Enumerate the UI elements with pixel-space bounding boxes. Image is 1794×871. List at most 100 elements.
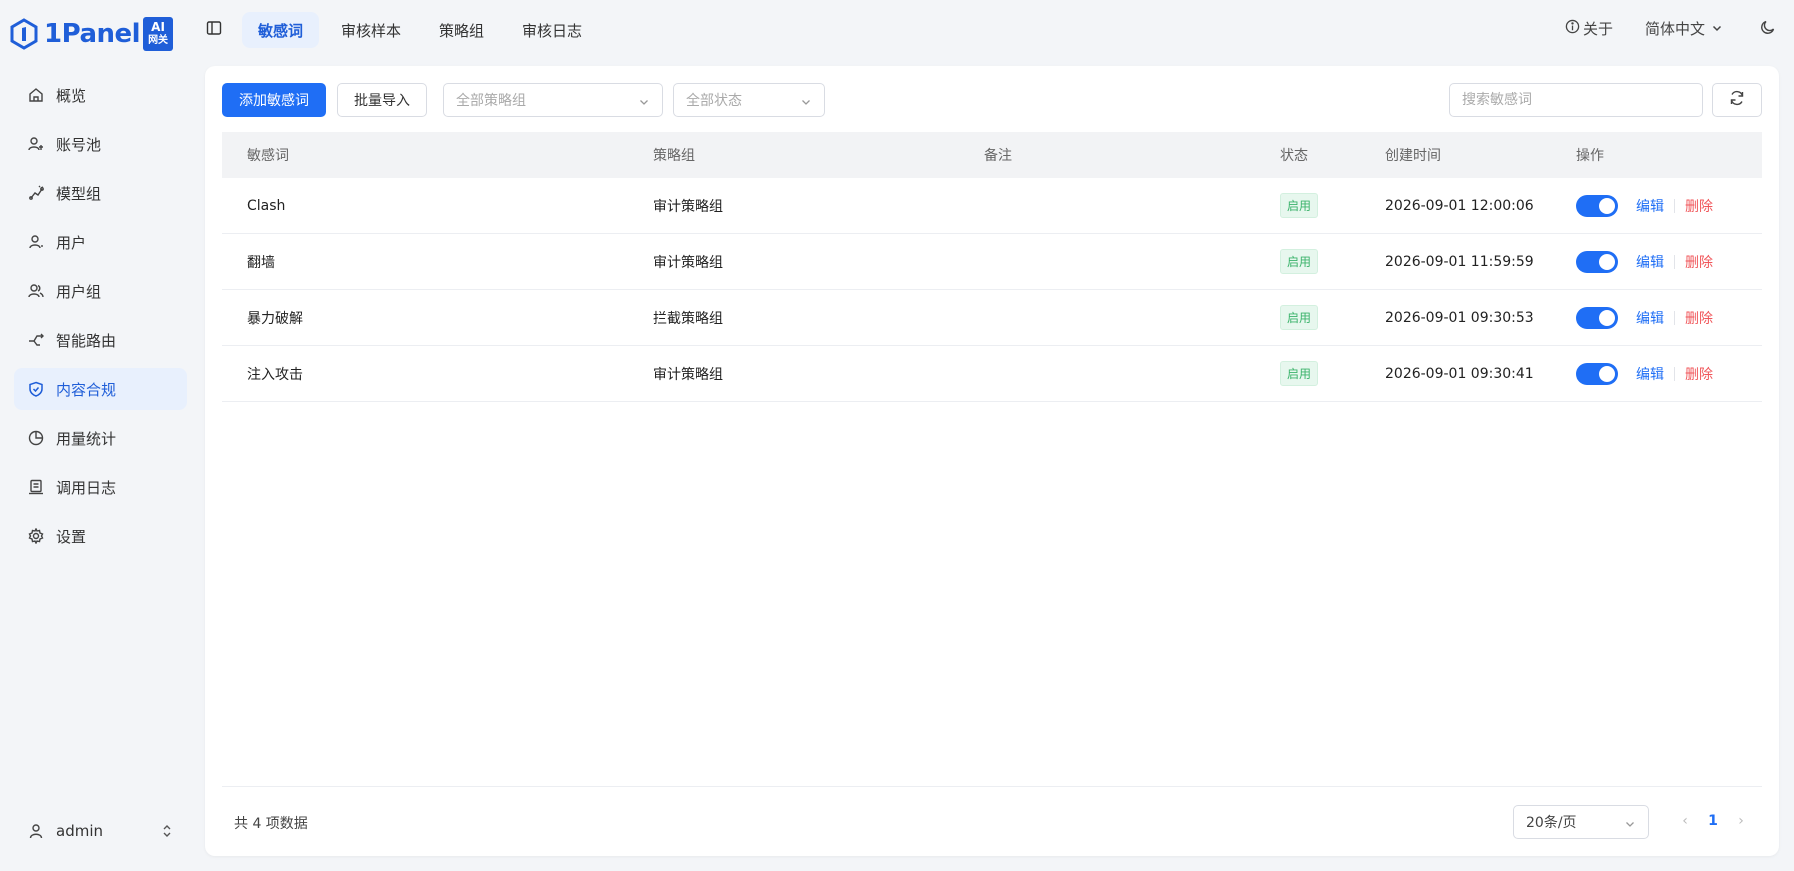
column-header: 状态 bbox=[1280, 148, 1308, 164]
pagination: ‹ 1 › bbox=[1675, 813, 1751, 829]
divider bbox=[1674, 310, 1675, 325]
status-select[interactable]: 全部状态 bbox=[673, 83, 825, 117]
enable-toggle[interactable] bbox=[1576, 194, 1618, 217]
column-header: 创建时间 bbox=[1385, 148, 1441, 164]
edit-link[interactable]: 编辑 bbox=[1636, 364, 1664, 384]
chevron-down-icon bbox=[800, 96, 812, 112]
status-badge: 启用 bbox=[1280, 305, 1319, 330]
cell-word: 暴力破解 bbox=[247, 310, 303, 327]
home-icon bbox=[26, 85, 46, 105]
table-row: 注入攻击 审计策略组 启用 2026-09-01 09:30:41 编辑 删除 bbox=[222, 346, 1762, 402]
policy-group-select-value: 全部策略组 bbox=[456, 93, 526, 109]
cell-policy-group: 审计策略组 bbox=[653, 366, 723, 383]
top-right-actions: 关于 简体中文 bbox=[1533, 18, 1794, 39]
user-group-icon bbox=[26, 281, 46, 301]
account-pool-icon bbox=[26, 134, 46, 154]
chevron-down-icon bbox=[1624, 818, 1636, 834]
status-select-value: 全部状态 bbox=[686, 93, 742, 109]
enable-toggle[interactable] bbox=[1576, 362, 1618, 385]
table-header: 敏感词 策略组 备注 状态 创建时间 操作 bbox=[222, 132, 1762, 178]
sidebar-item-settings[interactable]: 设置 bbox=[14, 515, 187, 557]
sidebar-item-usage-stats[interactable]: 用量统计 bbox=[14, 417, 187, 459]
status-badge: 启用 bbox=[1280, 193, 1319, 218]
sidebar-toggle-icon[interactable] bbox=[206, 20, 224, 38]
sidebar-item-model-group[interactable]: 模型组 bbox=[14, 172, 187, 214]
sidebar-item-label: 用户 bbox=[56, 233, 87, 252]
chevron-down-icon bbox=[638, 96, 650, 112]
sidebar-item-label: 概览 bbox=[56, 86, 87, 105]
username: admin bbox=[56, 822, 103, 840]
add-sensitive-word-button[interactable]: 添加敏感词 bbox=[222, 83, 326, 117]
tab-sensitive-words[interactable]: 敏感词 bbox=[242, 12, 320, 48]
edit-link[interactable]: 编辑 bbox=[1636, 252, 1664, 272]
cell-created-time: 2026-09-01 12:00:06 bbox=[1385, 197, 1534, 214]
sidebar-item-call-logs[interactable]: 调用日志 bbox=[14, 466, 187, 508]
cell-word: Clash bbox=[247, 197, 286, 214]
prev-page-icon[interactable]: ‹ bbox=[1675, 813, 1695, 829]
delete-link[interactable]: 删除 bbox=[1685, 308, 1713, 328]
delete-link[interactable]: 删除 bbox=[1685, 196, 1713, 216]
top-bar: 敏感词 审核样本 策略组 审核日志 关于 简体中文 bbox=[200, 0, 1794, 62]
delete-link[interactable]: 删除 bbox=[1685, 364, 1713, 384]
search-input[interactable] bbox=[1449, 83, 1703, 117]
policy-group-select[interactable]: 全部策略组 bbox=[443, 83, 663, 117]
cell-created-time: 2026-09-01 09:30:41 bbox=[1385, 365, 1534, 382]
brand-name: 1Panel bbox=[44, 19, 141, 49]
sidebar-item-overview[interactable]: 概览 bbox=[14, 74, 187, 116]
sidebar-item-label: 用量统计 bbox=[56, 429, 117, 448]
refresh-icon bbox=[1729, 90, 1745, 110]
refresh-button[interactable] bbox=[1712, 83, 1762, 117]
cell-created-time: 2026-09-01 09:30:53 bbox=[1385, 309, 1534, 326]
user-menu[interactable]: admin bbox=[14, 811, 187, 851]
sidebar: 1Panel AI 网关 概览 账号池 模型组 用户 用户组 智能路由 内容合规… bbox=[0, 0, 200, 871]
enable-toggle[interactable] bbox=[1576, 306, 1618, 329]
sidebar-nav: 概览 账号池 模型组 用户 用户组 智能路由 内容合规 用量统计 调用日志 设置 bbox=[14, 74, 187, 564]
sidebar-item-label: 智能路由 bbox=[56, 331, 117, 350]
content-card: 添加敏感词 批量导入 全部策略组 全部状态 敏感词 策略组 备注 状态 创建时间… bbox=[205, 66, 1779, 856]
about-button[interactable]: 关于 bbox=[1565, 18, 1613, 39]
info-icon bbox=[1565, 19, 1583, 38]
cell-word: 注入攻击 bbox=[247, 366, 303, 383]
tab-audit-samples[interactable]: 审核样本 bbox=[325, 12, 417, 48]
pie-chart-icon bbox=[26, 428, 46, 448]
brand-logo[interactable]: 1Panel AI 网关 bbox=[8, 14, 174, 54]
column-header: 操作 bbox=[1576, 148, 1604, 164]
divider bbox=[1674, 366, 1675, 381]
theme-toggle-moon-icon[interactable] bbox=[1760, 19, 1776, 39]
brand-badge: AI 网关 bbox=[143, 17, 174, 51]
sensitive-words-table: 敏感词 策略组 备注 状态 创建时间 操作 Clash 审计策略组 启用 202… bbox=[222, 132, 1762, 402]
chevron-down-icon bbox=[1711, 20, 1726, 38]
sidebar-item-content-compliance[interactable]: 内容合规 bbox=[14, 368, 187, 410]
divider bbox=[1674, 254, 1675, 269]
sidebar-item-label: 内容合规 bbox=[56, 380, 117, 399]
sidebar-item-smart-routing[interactable]: 智能路由 bbox=[14, 319, 187, 361]
sidebar-item-label: 设置 bbox=[56, 527, 87, 546]
divider bbox=[1674, 198, 1675, 213]
total-count: 共 4 项数据 bbox=[234, 816, 308, 832]
cell-policy-group: 审计策略组 bbox=[653, 254, 723, 271]
tab-policy-groups[interactable]: 策略组 bbox=[423, 12, 500, 48]
avatar-icon bbox=[26, 823, 46, 839]
chevron-up-down-icon bbox=[161, 823, 173, 843]
next-page-icon[interactable]: › bbox=[1731, 813, 1751, 829]
page-number[interactable]: 1 bbox=[1695, 813, 1731, 829]
batch-import-button[interactable]: 批量导入 bbox=[337, 83, 427, 117]
gear-icon bbox=[26, 526, 46, 546]
sidebar-item-label: 用户组 bbox=[56, 282, 102, 301]
about-label: 关于 bbox=[1582, 20, 1613, 38]
table-row: 暴力破解 拦截策略组 启用 2026-09-01 09:30:53 编辑 删除 bbox=[222, 290, 1762, 346]
enable-toggle[interactable] bbox=[1576, 250, 1618, 273]
edit-link[interactable]: 编辑 bbox=[1636, 308, 1664, 328]
tab-audit-logs[interactable]: 审核日志 bbox=[506, 12, 598, 48]
user-icon bbox=[26, 232, 46, 252]
edit-link[interactable]: 编辑 bbox=[1636, 196, 1664, 216]
delete-link[interactable]: 删除 bbox=[1685, 252, 1713, 272]
sidebar-item-user-groups[interactable]: 用户组 bbox=[14, 270, 187, 312]
logo-hex-icon bbox=[8, 18, 40, 50]
column-header: 策略组 bbox=[653, 148, 695, 164]
language-select[interactable]: 简体中文 bbox=[1645, 18, 1726, 39]
sidebar-item-users[interactable]: 用户 bbox=[14, 221, 187, 263]
page-size-select[interactable]: 20条/页 bbox=[1513, 805, 1649, 839]
route-icon bbox=[26, 330, 46, 350]
sidebar-item-account-pool[interactable]: 账号池 bbox=[14, 123, 187, 165]
